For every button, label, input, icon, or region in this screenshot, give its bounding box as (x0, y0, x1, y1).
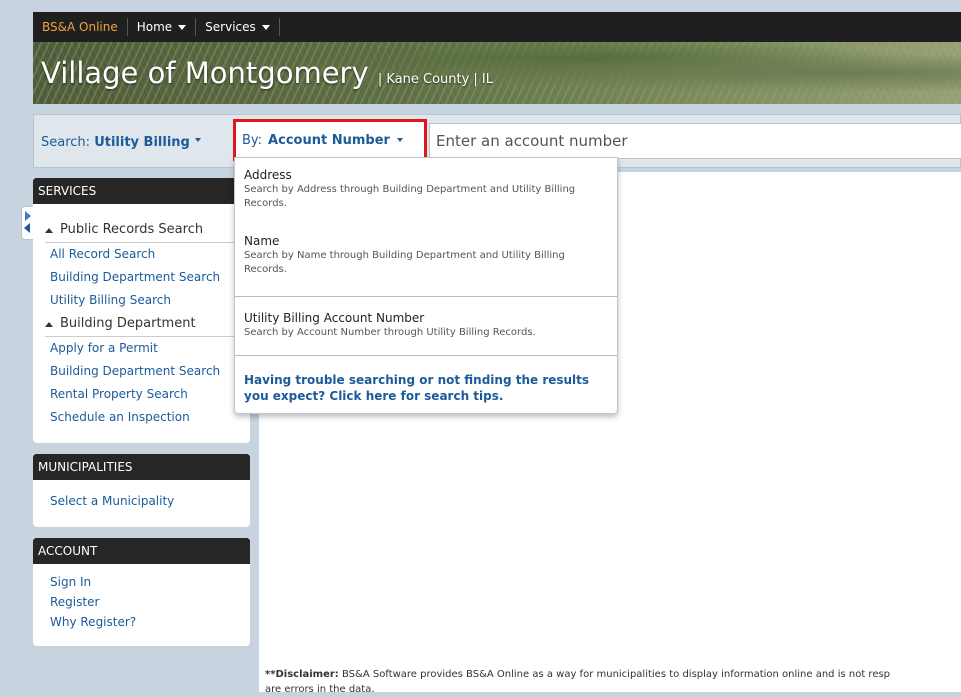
link-select-municipality[interactable]: Select a Municipality (33, 490, 250, 513)
caret-down-icon (396, 138, 403, 142)
link-schedule-inspection[interactable]: Schedule an Inspection (33, 406, 250, 429)
services-panel: SERVICES Public Records Search All Recor… (33, 178, 250, 443)
search-by-label: By: (242, 132, 263, 148)
nav-services[interactable]: Services (196, 18, 280, 36)
group-label: Building Department (60, 316, 196, 331)
link-rental-property-search[interactable]: Rental Property Search (33, 383, 250, 406)
link-building-department-search-2[interactable]: Building Department Search (33, 360, 250, 383)
link-all-record-search[interactable]: All Record Search (33, 243, 250, 266)
account-header: ACCOUNT (33, 538, 250, 564)
caret-up-icon (45, 227, 53, 233)
dropdown-option-name[interactable]: Name Search by Name through Building Dep… (244, 234, 609, 277)
link-sign-in[interactable]: Sign In (33, 572, 250, 592)
brand-link[interactable]: BS&A Online (33, 18, 128, 36)
municipalities-header: MUNICIPALITIES (33, 454, 250, 480)
dropdown-option-account-number[interactable]: Utility Billing Account Number Search by… (244, 311, 609, 340)
account-panel: ACCOUNT Sign In Register Why Register? (33, 538, 250, 646)
link-utility-billing-search[interactable]: Utility Billing Search (33, 289, 250, 312)
search-type-value: Utility Billing (94, 135, 190, 150)
dropdown-divider (235, 355, 617, 356)
dropdown-divider (235, 296, 617, 297)
services-header: SERVICES (33, 178, 250, 204)
group-building-department[interactable]: Building Department (33, 312, 250, 336)
link-building-department-search[interactable]: Building Department Search (33, 266, 250, 289)
caret-down-icon (178, 24, 187, 30)
option-title: Utility Billing Account Number (244, 311, 425, 325)
caret-down-icon (194, 138, 201, 142)
option-title: Name (244, 234, 280, 248)
dropdown-option-address[interactable]: Address Search by Address through Buildi… (244, 168, 609, 211)
option-title: Address (244, 168, 292, 182)
option-description: Search by Name through Building Departme… (244, 250, 565, 275)
nav-home[interactable]: Home (128, 18, 197, 36)
search-by-selector[interactable]: By: Account Number (233, 119, 427, 161)
group-label: Public Records Search (60, 222, 204, 237)
option-description: Search by Account Number through Utility… (244, 327, 536, 338)
disclaimer-text-line2: are errors in the data. (265, 684, 375, 695)
municipality-subtitle: | Kane County | IL (377, 72, 494, 87)
link-why-register[interactable]: Why Register? (33, 612, 250, 632)
chevron-left-icon (24, 223, 30, 233)
header-banner: Village of Montgomery | Kane County | IL (33, 42, 961, 104)
search-by-value: Account Number (268, 132, 390, 148)
link-apply-for-permit[interactable]: Apply for a Permit (33, 337, 250, 360)
search-label: Search: (41, 135, 91, 150)
disclaimer: **Disclaimer: BS&A Software provides BS&… (265, 667, 961, 697)
caret-down-icon (261, 24, 270, 30)
option-description: Search by Address through Building Depar… (244, 184, 576, 209)
disclaimer-text: BS&A Software provides BS&A Online as a … (338, 669, 891, 680)
search-type-selector[interactable]: Search: Utility Billing (41, 135, 201, 150)
link-register[interactable]: Register (33, 592, 250, 612)
search-by-dropdown: Address Search by Address through Buildi… (234, 157, 618, 414)
nav-services-label: Services (205, 20, 256, 34)
municipalities-panel: MUNICIPALITIES Select a Municipality (33, 454, 250, 527)
nav-home-label: Home (136, 20, 173, 34)
top-nav-bar: BS&A Online Home Services (33, 12, 961, 42)
page-title: Village of Montgomery | Kane County | IL (41, 56, 493, 97)
chevron-right-icon (25, 211, 31, 221)
search-input[interactable] (429, 123, 961, 159)
caret-up-icon (45, 321, 53, 327)
search-tips-link[interactable]: Having trouble searching or not finding … (244, 372, 609, 404)
disclaimer-label: **Disclaimer: (265, 669, 339, 680)
group-public-records[interactable]: Public Records Search (33, 218, 250, 242)
municipality-title: Village of Montgomery (41, 56, 369, 90)
